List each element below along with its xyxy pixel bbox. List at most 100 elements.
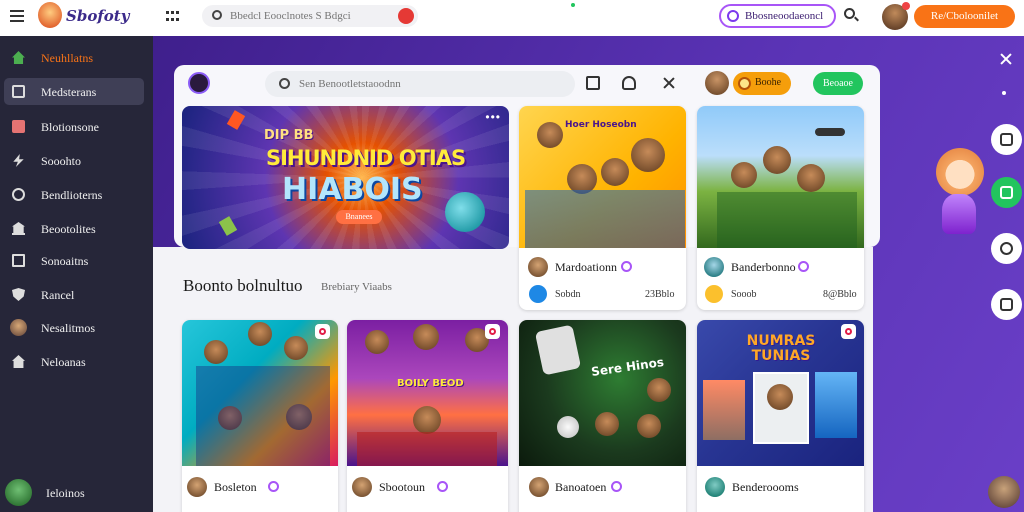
mascot-face xyxy=(557,416,579,438)
panel-user-avatar[interactable] xyxy=(705,71,729,95)
sidebar-item-1[interactable]: Medsterans xyxy=(4,78,144,105)
coin-button[interactable]: Boohe xyxy=(733,72,791,95)
more-options-icon[interactable]: ••• xyxy=(485,110,501,124)
top-search-input[interactable] xyxy=(230,8,390,24)
person-face xyxy=(204,340,228,364)
search-badge[interactable] xyxy=(398,8,414,24)
creator-avatar[interactable] xyxy=(704,257,724,277)
hero-line-1: DIP BB xyxy=(264,128,314,143)
settings-button[interactable] xyxy=(991,289,1022,320)
status-dot xyxy=(571,3,575,7)
featured-card[interactable]: Hoer Hoseobn Mardoationn Sobdn 23Bblo xyxy=(519,106,686,310)
person-face xyxy=(637,414,661,438)
shield-icon xyxy=(12,288,25,301)
header-pill-button[interactable]: Bbosneoodaeoncl xyxy=(719,4,836,28)
verified-icon xyxy=(437,481,448,492)
close-icon[interactable] xyxy=(662,76,676,90)
card-badge-icon[interactable] xyxy=(841,324,856,339)
share-button[interactable] xyxy=(991,177,1022,208)
creator-name[interactable]: Benderoooms xyxy=(732,480,799,495)
person-face xyxy=(763,146,791,174)
avatar xyxy=(5,479,32,506)
sidebar-profile[interactable]: Ieloinos xyxy=(5,479,145,507)
close-icon[interactable] xyxy=(999,52,1013,66)
creator-avatar[interactable] xyxy=(187,477,207,497)
hero-character-icon xyxy=(445,192,485,232)
person-face xyxy=(413,324,439,350)
gift-icon xyxy=(12,120,25,133)
notification-dot xyxy=(902,2,910,10)
person-face xyxy=(797,164,825,192)
sidebar-item-8[interactable]: Nesalitmos xyxy=(4,314,144,341)
creator-name[interactable]: Mardoationn xyxy=(555,260,617,275)
video-card[interactable]: Bosleton xyxy=(182,320,338,512)
creator-name[interactable]: Bosleton xyxy=(214,480,257,495)
card-badge-icon[interactable] xyxy=(485,324,500,339)
card-thumbnail: BOILY BEOD xyxy=(347,320,508,466)
creator-avatar[interactable] xyxy=(705,477,725,497)
sidebar-item-label: Beootolites xyxy=(41,222,96,236)
creator-avatar[interactable] xyxy=(528,257,548,277)
card-thumbnail: NUMRAS TUNIAS xyxy=(697,320,864,466)
creator-avatar[interactable] xyxy=(529,477,549,497)
logo-text[interactable]: Sbofoty xyxy=(66,7,129,25)
chat-button[interactable] xyxy=(991,233,1022,264)
cta-button[interactable]: Re/Cboloonilet xyxy=(914,5,1015,28)
creator-name[interactable]: Banoatoen xyxy=(555,480,606,495)
sidebar-item-2[interactable]: Blotionsone xyxy=(4,113,144,140)
dot-icon xyxy=(1002,91,1006,95)
panel-search-bar[interactable] xyxy=(265,71,575,97)
bolt-icon xyxy=(13,154,24,167)
document-icon xyxy=(12,254,25,267)
poster-right xyxy=(815,372,857,438)
video-card[interactable]: Sere Hinos Banoatoen xyxy=(519,320,686,512)
panel-logo-icon[interactable] xyxy=(188,72,210,94)
person-face xyxy=(413,406,441,434)
share-icon xyxy=(1000,186,1013,199)
video-card[interactable]: BOILY BEOD Sbootoun xyxy=(347,320,508,512)
sidebar-item-label: Bendlioterns xyxy=(41,188,103,202)
menu-icon[interactable] xyxy=(10,10,24,22)
sidebar-item-7[interactable]: Rancel xyxy=(4,281,144,308)
play-circle-icon xyxy=(727,10,739,22)
stats-icon xyxy=(529,285,547,303)
verified-icon xyxy=(611,481,622,492)
card-thumb-text: NUMRAS TUNIAS xyxy=(746,333,816,364)
bell-icon[interactable] xyxy=(622,76,636,90)
mascot-head xyxy=(936,148,984,196)
person-face xyxy=(365,330,389,354)
creator-name[interactable]: Sbootoun xyxy=(379,480,425,495)
sidebar-item-5[interactable]: Beootolites xyxy=(4,215,144,242)
expand-button[interactable] xyxy=(991,124,1022,155)
creator-name[interactable]: Banderbonno xyxy=(731,260,796,275)
header-search-icon[interactable] xyxy=(844,8,859,23)
video-card[interactable]: NUMRAS TUNIAS Benderoooms xyxy=(697,320,864,512)
sidebar-item-label: Rancel xyxy=(41,288,75,302)
card-value: 23Bblo xyxy=(645,289,675,300)
panel-green-button[interactable]: Beoaoe xyxy=(813,72,863,95)
section-title: Boonto bolnultuo xyxy=(183,276,303,295)
sidebar-item-4[interactable]: Bendlioterns xyxy=(4,181,144,208)
featured-card[interactable]: Banderbonno Sooob 8@Bblo xyxy=(697,106,864,310)
hero-banner[interactable]: DIP BB SIHUNDNID OTIAS HIABOIS Bnanees •… xyxy=(182,106,509,249)
user-avatar[interactable] xyxy=(882,2,910,30)
sidebar-item-label: Sooohto xyxy=(41,154,82,168)
sidebar-item-0[interactable]: Neuhllatns xyxy=(4,44,144,71)
bank-icon xyxy=(12,222,25,235)
person-face xyxy=(595,412,619,436)
expand-icon xyxy=(1000,133,1013,146)
panel-search-input[interactable] xyxy=(299,76,559,92)
avatar-icon xyxy=(10,319,27,336)
sidebar-item-3[interactable]: Sooohto xyxy=(4,147,144,174)
sidebar-item-6[interactable]: Sonoaitns xyxy=(4,247,144,274)
logo-icon[interactable] xyxy=(38,2,62,28)
card-badge-icon[interactable] xyxy=(315,324,330,339)
sidebar-item-9[interactable]: Neloanas xyxy=(4,348,144,375)
hero-title: SIHUNDNID OTIAS xyxy=(266,146,466,170)
top-search-bar[interactable] xyxy=(202,5,418,27)
creator-avatar[interactable] xyxy=(352,477,372,497)
apps-grid-icon[interactable] xyxy=(166,11,180,23)
section-subtitle[interactable]: Brebiary Viaabs xyxy=(321,281,392,293)
floating-avatar[interactable] xyxy=(988,476,1020,508)
bag-icon[interactable] xyxy=(586,76,600,90)
